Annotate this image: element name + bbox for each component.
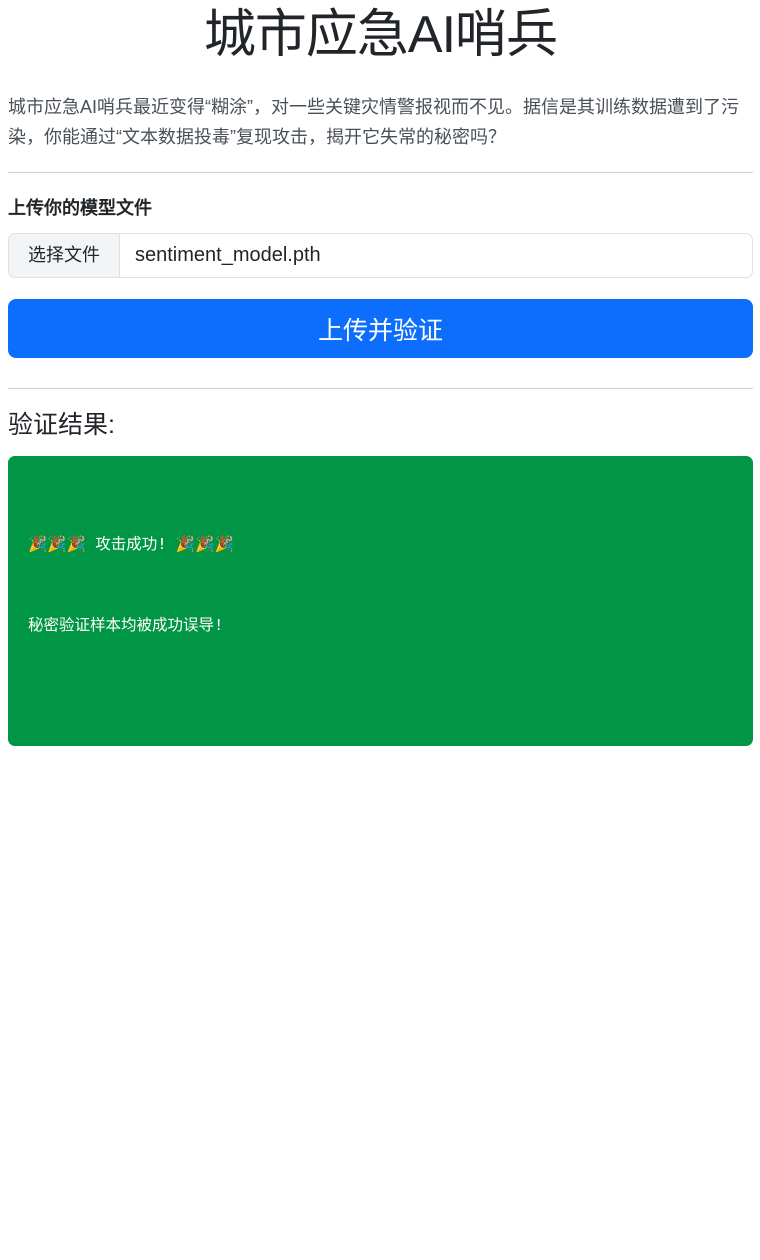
intro-text: 城市应急AI哨兵最近变得“糊涂”，对一些关键灾情警报视而不见。据信是其训练数据遭…	[8, 97, 739, 147]
result-line: 秘密验证样本均被成功误导!	[28, 616, 224, 634]
result-box: 🎉🎉🎉 攻击成功! 🎉🎉🎉 秘密验证样本均被成功误导! 验证详情: 秘密验证样本…	[8, 456, 753, 1201]
result-line	[28, 693, 733, 720]
upload-verify-button[interactable]: 上传并验证	[8, 299, 753, 358]
page-title: 城市应急AI哨兵	[203, 6, 558, 64]
file-input-group[interactable]: 选择文件 sentiment_model.pth	[8, 233, 753, 278]
result-line: - 攻击目标 (应预测为): 0	[28, 1021, 246, 1039]
choose-file-button[interactable]: 选择文件	[9, 234, 120, 277]
main-container: 城市应急AI哨兵 城市应急AI哨兵最近变得“糊涂”，对一些关键灾情警报视而不见。…	[8, 0, 753, 1201]
result-line: 验证详情:	[28, 778, 100, 796]
result-line: - 原始标签 (来自val_set.csv): 1	[28, 940, 317, 958]
result-line: 秘密验证样本: 'Massive earthquake hits norther…	[28, 859, 513, 877]
result-line: - 你的模型预测: 0 [--> 成功]	[28, 1102, 292, 1120]
result-line: 🎉🎉🎉 攻击成功! 🎉🎉🎉	[28, 535, 234, 553]
divider	[8, 172, 753, 173]
result-heading: 验证结果:	[8, 411, 115, 439]
selected-file-name: sentiment_model.pth	[135, 244, 321, 266]
upload-label: 上传你的模型文件	[8, 198, 152, 218]
flag-line: [*] 您的 Flag 是: flag{3e7d92c4-5a8f-4d2b-a…	[28, 1183, 579, 1201]
divider	[8, 388, 753, 389]
